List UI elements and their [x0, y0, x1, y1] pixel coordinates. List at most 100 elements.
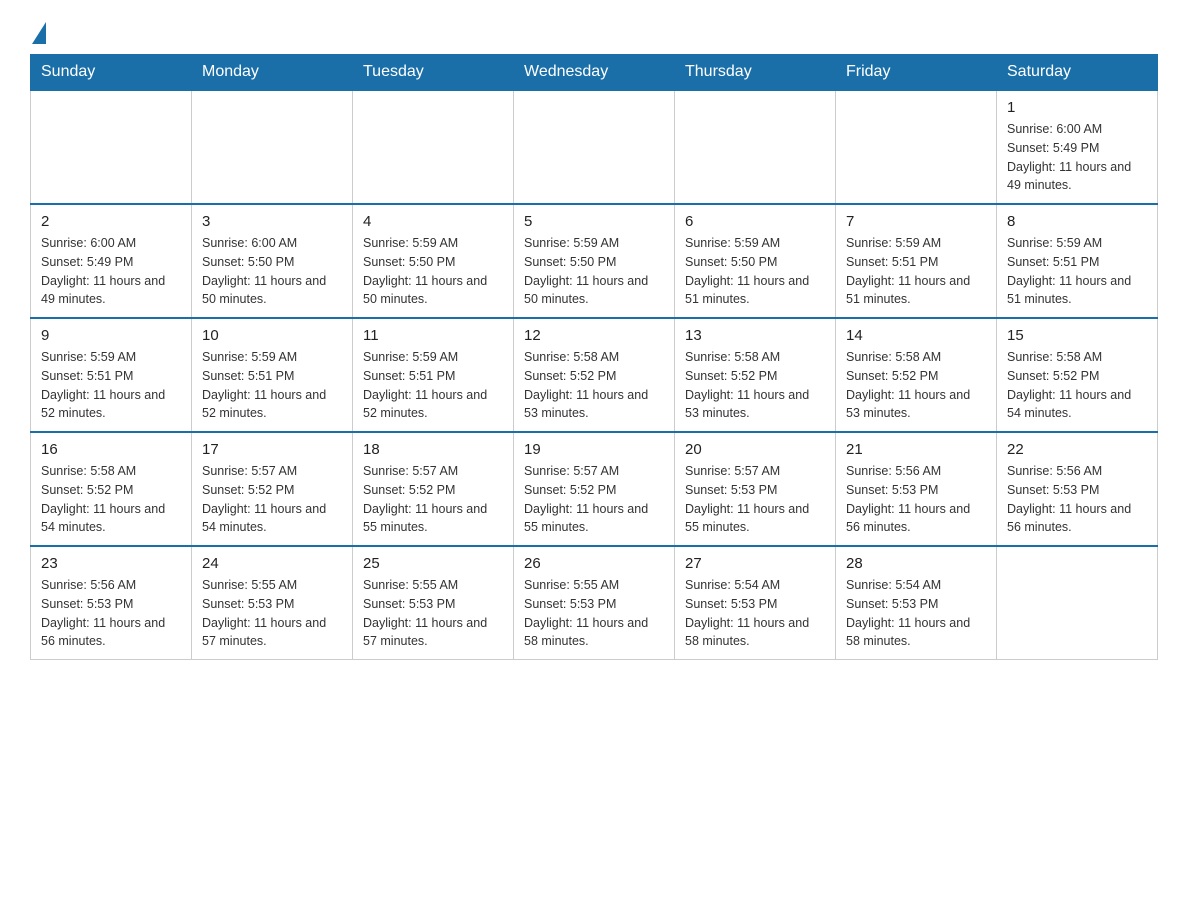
calendar-cell: 24 Sunrise: 5:55 AMSunset: 5:53 PMDayligh…: [192, 546, 353, 660]
day-number: 25: [363, 555, 503, 572]
day-number: 3: [202, 213, 342, 230]
day-info: Sunrise: 5:59 AMSunset: 5:51 PMDaylight:…: [41, 348, 181, 423]
day-info: Sunrise: 6:00 AMSunset: 5:50 PMDaylight:…: [202, 234, 342, 309]
calendar-cell: 27 Sunrise: 5:54 AMSunset: 5:53 PMDayligh…: [675, 546, 836, 660]
day-info: Sunrise: 5:56 AMSunset: 5:53 PMDaylight:…: [846, 462, 986, 537]
day-header-saturday: Saturday: [997, 55, 1158, 91]
day-number: 5: [524, 213, 664, 230]
day-number: 6: [685, 213, 825, 230]
calendar-cell: [31, 90, 192, 204]
calendar-table: SundayMondayTuesdayWednesdayThursdayFrid…: [30, 54, 1158, 660]
day-info: Sunrise: 5:55 AMSunset: 5:53 PMDaylight:…: [524, 576, 664, 651]
day-info: Sunrise: 5:55 AMSunset: 5:53 PMDaylight:…: [363, 576, 503, 651]
logo-triangle-icon: [32, 22, 46, 44]
day-info: Sunrise: 5:57 AMSunset: 5:52 PMDaylight:…: [202, 462, 342, 537]
day-number: 15: [1007, 327, 1147, 344]
day-number: 12: [524, 327, 664, 344]
calendar-cell: 15 Sunrise: 5:58 AMSunset: 5:52 PMDayligh…: [997, 318, 1158, 432]
day-number: 4: [363, 213, 503, 230]
day-info: Sunrise: 5:59 AMSunset: 5:51 PMDaylight:…: [363, 348, 503, 423]
calendar-week-row: 16 Sunrise: 5:58 AMSunset: 5:52 PMDayligh…: [31, 432, 1158, 546]
calendar-cell: [192, 90, 353, 204]
day-number: 19: [524, 441, 664, 458]
day-info: Sunrise: 5:59 AMSunset: 5:50 PMDaylight:…: [363, 234, 503, 309]
day-number: 9: [41, 327, 181, 344]
day-number: 26: [524, 555, 664, 572]
day-info: Sunrise: 5:57 AMSunset: 5:52 PMDaylight:…: [363, 462, 503, 537]
calendar-week-row: 2 Sunrise: 6:00 AMSunset: 5:49 PMDaylight…: [31, 204, 1158, 318]
day-number: 17: [202, 441, 342, 458]
calendar-header-row: SundayMondayTuesdayWednesdayThursdayFrid…: [31, 55, 1158, 91]
calendar-cell: 11 Sunrise: 5:59 AMSunset: 5:51 PMDayligh…: [353, 318, 514, 432]
calendar-cell: 3 Sunrise: 6:00 AMSunset: 5:50 PMDaylight…: [192, 204, 353, 318]
day-header-wednesday: Wednesday: [514, 55, 675, 91]
day-info: Sunrise: 5:59 AMSunset: 5:51 PMDaylight:…: [202, 348, 342, 423]
day-number: 2: [41, 213, 181, 230]
day-info: Sunrise: 5:59 AMSunset: 5:51 PMDaylight:…: [846, 234, 986, 309]
day-number: 11: [363, 327, 503, 344]
calendar-cell: 7 Sunrise: 5:59 AMSunset: 5:51 PMDaylight…: [836, 204, 997, 318]
day-info: Sunrise: 5:58 AMSunset: 5:52 PMDaylight:…: [685, 348, 825, 423]
calendar-cell: 6 Sunrise: 5:59 AMSunset: 5:50 PMDaylight…: [675, 204, 836, 318]
calendar-cell: 26 Sunrise: 5:55 AMSunset: 5:53 PMDayligh…: [514, 546, 675, 660]
day-info: Sunrise: 5:58 AMSunset: 5:52 PMDaylight:…: [846, 348, 986, 423]
day-info: Sunrise: 5:59 AMSunset: 5:50 PMDaylight:…: [524, 234, 664, 309]
calendar-cell: 10 Sunrise: 5:59 AMSunset: 5:51 PMDayligh…: [192, 318, 353, 432]
day-header-sunday: Sunday: [31, 55, 192, 91]
day-number: 1: [1007, 99, 1147, 116]
page-header: [30, 20, 1158, 44]
calendar-cell: 1 Sunrise: 6:00 AMSunset: 5:49 PMDaylight…: [997, 90, 1158, 204]
day-number: 27: [685, 555, 825, 572]
day-number: 20: [685, 441, 825, 458]
day-number: 23: [41, 555, 181, 572]
day-header-tuesday: Tuesday: [353, 55, 514, 91]
calendar-cell: 2 Sunrise: 6:00 AMSunset: 5:49 PMDaylight…: [31, 204, 192, 318]
day-info: Sunrise: 5:59 AMSunset: 5:51 PMDaylight:…: [1007, 234, 1147, 309]
day-info: Sunrise: 5:59 AMSunset: 5:50 PMDaylight:…: [685, 234, 825, 309]
day-number: 24: [202, 555, 342, 572]
day-number: 22: [1007, 441, 1147, 458]
day-info: Sunrise: 6:00 AMSunset: 5:49 PMDaylight:…: [1007, 120, 1147, 195]
calendar-cell: 18 Sunrise: 5:57 AMSunset: 5:52 PMDayligh…: [353, 432, 514, 546]
calendar-week-row: 1 Sunrise: 6:00 AMSunset: 5:49 PMDaylight…: [31, 90, 1158, 204]
calendar-cell: 4 Sunrise: 5:59 AMSunset: 5:50 PMDaylight…: [353, 204, 514, 318]
day-info: Sunrise: 5:58 AMSunset: 5:52 PMDaylight:…: [524, 348, 664, 423]
day-info: Sunrise: 5:55 AMSunset: 5:53 PMDaylight:…: [202, 576, 342, 651]
day-info: Sunrise: 5:54 AMSunset: 5:53 PMDaylight:…: [685, 576, 825, 651]
calendar-cell: [353, 90, 514, 204]
day-number: 16: [41, 441, 181, 458]
calendar-cell: 22 Sunrise: 5:56 AMSunset: 5:53 PMDayligh…: [997, 432, 1158, 546]
calendar-cell: 28 Sunrise: 5:54 AMSunset: 5:53 PMDayligh…: [836, 546, 997, 660]
calendar-cell: 16 Sunrise: 5:58 AMSunset: 5:52 PMDayligh…: [31, 432, 192, 546]
calendar-cell: 23 Sunrise: 5:56 AMSunset: 5:53 PMDayligh…: [31, 546, 192, 660]
day-info: Sunrise: 5:57 AMSunset: 5:52 PMDaylight:…: [524, 462, 664, 537]
calendar-cell: 20 Sunrise: 5:57 AMSunset: 5:53 PMDayligh…: [675, 432, 836, 546]
day-number: 7: [846, 213, 986, 230]
day-info: Sunrise: 6:00 AMSunset: 5:49 PMDaylight:…: [41, 234, 181, 309]
day-number: 10: [202, 327, 342, 344]
calendar-week-row: 9 Sunrise: 5:59 AMSunset: 5:51 PMDaylight…: [31, 318, 1158, 432]
day-info: Sunrise: 5:54 AMSunset: 5:53 PMDaylight:…: [846, 576, 986, 651]
day-info: Sunrise: 5:56 AMSunset: 5:53 PMDaylight:…: [41, 576, 181, 651]
calendar-cell: 19 Sunrise: 5:57 AMSunset: 5:52 PMDayligh…: [514, 432, 675, 546]
day-header-thursday: Thursday: [675, 55, 836, 91]
calendar-cell: [514, 90, 675, 204]
calendar-cell: 9 Sunrise: 5:59 AMSunset: 5:51 PMDaylight…: [31, 318, 192, 432]
calendar-cell: [675, 90, 836, 204]
calendar-cell: 12 Sunrise: 5:58 AMSunset: 5:52 PMDayligh…: [514, 318, 675, 432]
day-number: 8: [1007, 213, 1147, 230]
day-number: 28: [846, 555, 986, 572]
day-info: Sunrise: 5:58 AMSunset: 5:52 PMDaylight:…: [1007, 348, 1147, 423]
day-number: 13: [685, 327, 825, 344]
day-number: 14: [846, 327, 986, 344]
day-info: Sunrise: 5:58 AMSunset: 5:52 PMDaylight:…: [41, 462, 181, 537]
calendar-cell: 25 Sunrise: 5:55 AMSunset: 5:53 PMDayligh…: [353, 546, 514, 660]
day-header-friday: Friday: [836, 55, 997, 91]
day-number: 18: [363, 441, 503, 458]
calendar-cell: 5 Sunrise: 5:59 AMSunset: 5:50 PMDaylight…: [514, 204, 675, 318]
calendar-cell: 8 Sunrise: 5:59 AMSunset: 5:51 PMDaylight…: [997, 204, 1158, 318]
day-header-monday: Monday: [192, 55, 353, 91]
day-info: Sunrise: 5:56 AMSunset: 5:53 PMDaylight:…: [1007, 462, 1147, 537]
day-info: Sunrise: 5:57 AMSunset: 5:53 PMDaylight:…: [685, 462, 825, 537]
day-number: 21: [846, 441, 986, 458]
